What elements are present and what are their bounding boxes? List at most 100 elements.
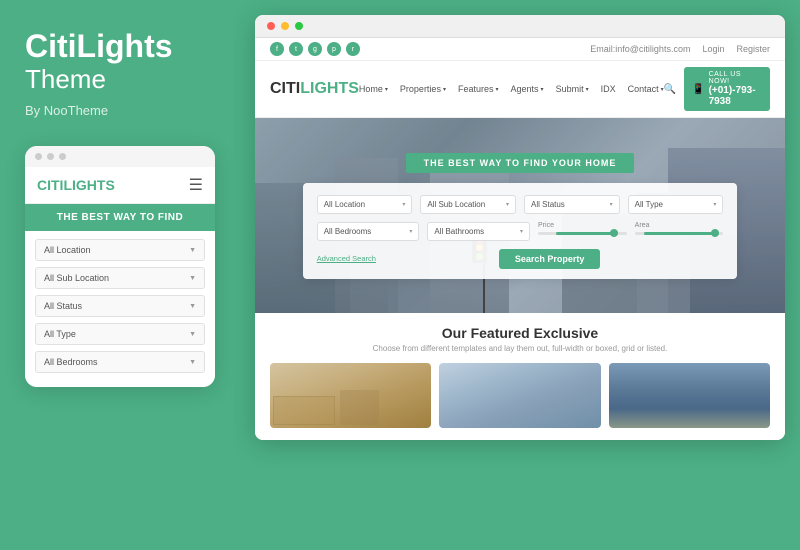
- search-icon[interactable]: 🔍: [664, 84, 676, 95]
- topbar-login[interactable]: Login: [702, 44, 724, 54]
- property-card-interior-image: [270, 363, 431, 428]
- price-label: Price: [538, 222, 627, 229]
- mobile-dot-3: [59, 153, 66, 160]
- mobile-status-dropdown[interactable]: All Status ▼: [35, 295, 205, 317]
- nav-properties[interactable]: Properties▾: [400, 84, 446, 94]
- caret-icon: ▾: [409, 228, 412, 235]
- brand-subtitle: Theme: [25, 64, 215, 95]
- nav-right: 🔍 📱 CALL US NOW! (+01)-793-7938: [664, 67, 770, 111]
- logo-lights: LIGHTS: [300, 80, 359, 97]
- caret-icon: ▾: [520, 228, 523, 235]
- topbar-register[interactable]: Register: [736, 44, 770, 54]
- rss-icon[interactable]: r: [346, 42, 360, 56]
- mobile-hero-banner: THE BEST WAY TO FIND: [25, 204, 215, 231]
- price-group: Price: [538, 222, 627, 241]
- area-group: Area: [635, 222, 724, 241]
- search-row-2: All Bedrooms ▾ All Bathrooms ▾ Price: [317, 222, 724, 241]
- mobile-location-dropdown[interactable]: All Location ▼: [35, 239, 205, 261]
- nav-features[interactable]: Features▾: [458, 84, 499, 94]
- mobile-type-dropdown[interactable]: All Type ▼: [35, 323, 205, 345]
- dropdown-arrow-icon: ▼: [189, 359, 196, 366]
- mobile-sublocation-dropdown[interactable]: All Sub Location ▼: [35, 267, 205, 289]
- mobile-logo-citi: CITI: [37, 177, 63, 193]
- area-slider[interactable]: [635, 232, 724, 235]
- dropdown-arrow-icon: ▼: [189, 275, 196, 282]
- hero-search-area: THE BEST WAY TO FIND YOUR HOME All Locat…: [255, 118, 785, 313]
- price-slider[interactable]: [538, 232, 627, 235]
- nav-agents[interactable]: Agents▾: [511, 84, 544, 94]
- featured-subtitle: Choose from different templates and lay …: [270, 344, 770, 353]
- search-footer: Advanced Search Search Property: [317, 249, 724, 269]
- mobile-mockup: CITILIGHTS ☰ THE BEST WAY TO FIND All Lo…: [25, 146, 215, 387]
- dropdown-arrow-icon: ▼: [189, 331, 196, 338]
- caret-icon: ▾: [506, 201, 509, 208]
- browser-dot-maximize[interactable]: [295, 22, 303, 30]
- nav-idx[interactable]: IDX: [601, 84, 616, 94]
- mobile-bedrooms-dropdown[interactable]: All Bedrooms ▼: [35, 351, 205, 373]
- search-row-1: All Location ▾ All Sub Location ▾ All St…: [317, 195, 724, 214]
- browser-dot-close[interactable]: [267, 22, 275, 30]
- price-slider-fill: [556, 232, 618, 235]
- dropdown-arrow-icon: ▼: [189, 247, 196, 254]
- sublocation-select[interactable]: All Sub Location ▾: [420, 195, 516, 214]
- property-card-3[interactable]: [609, 363, 770, 428]
- twitter-icon[interactable]: t: [289, 42, 303, 56]
- mobile-nav: CITILIGHTS ☰: [25, 167, 215, 204]
- mobile-titlebar: [25, 146, 215, 167]
- right-panel: f t g p r Email:info@citilights.com Logi…: [240, 0, 800, 550]
- google-icon[interactable]: g: [308, 42, 322, 56]
- caret-icon: ▾: [610, 201, 613, 208]
- caret-icon: ▾: [402, 201, 405, 208]
- phone-icon: 📱: [692, 84, 704, 95]
- mobile-hamburger-icon[interactable]: ☰: [189, 175, 203, 195]
- property-card-dining-image: [439, 363, 600, 428]
- brand-author: By NooTheme: [25, 103, 215, 118]
- topbar-email: Email:info@citilights.com: [590, 44, 690, 54]
- site-navbar: CITILIGHTS Home▾ Properties▾ Features▾ A…: [255, 61, 785, 118]
- featured-title: Our Featured Exclusive: [270, 325, 770, 341]
- mobile-logo-lights: LIGHTS: [63, 177, 114, 193]
- logo-citi: CITI: [270, 80, 300, 97]
- area-label: Area: [635, 222, 724, 229]
- mobile-search-form: All Location ▼ All Sub Location ▼ All St…: [25, 231, 215, 387]
- pinterest-icon[interactable]: p: [327, 42, 341, 56]
- topbar-social-links: f t g p r: [270, 42, 360, 56]
- property-card-1[interactable]: [270, 363, 431, 428]
- nav-links: Home▾ Properties▾ Features▾ Agents▾ Subm…: [359, 84, 664, 94]
- site-topbar: f t g p r Email:info@citilights.com Logi…: [255, 38, 785, 61]
- property-cards: [270, 363, 770, 428]
- facebook-icon[interactable]: f: [270, 42, 284, 56]
- property-card-exterior-image: [609, 363, 770, 428]
- bedrooms-select[interactable]: All Bedrooms ▾: [317, 222, 420, 241]
- featured-section: Our Featured Exclusive Choose from diffe…: [255, 313, 785, 440]
- nav-submit[interactable]: Submit▾: [556, 84, 589, 94]
- nav-contact[interactable]: Contact▾: [628, 84, 664, 94]
- hero-badge: THE BEST WAY TO FIND YOUR HOME: [406, 153, 635, 173]
- location-select[interactable]: All Location ▾: [317, 195, 413, 214]
- area-slider-fill: [644, 232, 719, 235]
- search-box: All Location ▾ All Sub Location ▾ All St…: [303, 183, 738, 279]
- advanced-search-link[interactable]: Advanced Search: [317, 254, 376, 263]
- area-slider-thumb[interactable]: [711, 229, 719, 237]
- property-card-2[interactable]: [439, 363, 600, 428]
- left-panel: CitiLights Theme By NooTheme CITILIGHTS …: [0, 0, 240, 550]
- browser-titlebar: [255, 15, 785, 38]
- mobile-logo: CITILIGHTS: [37, 177, 115, 193]
- search-property-button[interactable]: Search Property: [499, 249, 601, 269]
- brand-title: CitiLights: [25, 30, 215, 62]
- topbar-user-links: Email:info@citilights.com Login Register: [590, 44, 770, 54]
- status-select[interactable]: All Status ▾: [524, 195, 620, 214]
- dropdown-arrow-icon: ▼: [189, 303, 196, 310]
- mobile-dot-2: [47, 153, 54, 160]
- site-logo: CITILIGHTS: [270, 80, 359, 98]
- price-slider-thumb[interactable]: [610, 229, 618, 237]
- nav-home[interactable]: Home▾: [359, 84, 388, 94]
- type-select[interactable]: All Type ▾: [628, 195, 724, 214]
- caret-icon: ▾: [713, 201, 716, 208]
- phone-box: 📱 CALL US NOW! (+01)-793-7938: [684, 67, 770, 111]
- phone-number: (+01)-793-7938: [709, 85, 762, 107]
- browser-mockup: f t g p r Email:info@citilights.com Logi…: [255, 15, 785, 440]
- bathrooms-select[interactable]: All Bathrooms ▾: [427, 222, 530, 241]
- browser-dot-minimize[interactable]: [281, 22, 289, 30]
- mobile-dot-1: [35, 153, 42, 160]
